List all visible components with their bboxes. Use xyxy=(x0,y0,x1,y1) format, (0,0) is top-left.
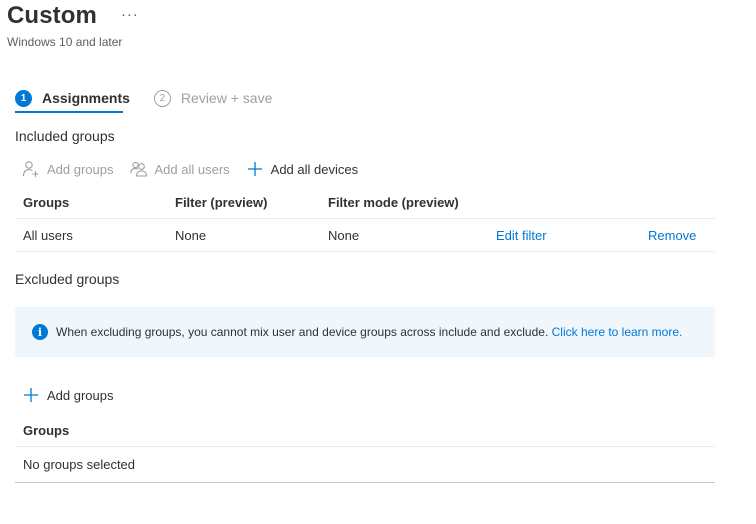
add-groups-label: Add groups xyxy=(47,387,114,403)
plus-icon xyxy=(22,386,40,404)
add-all-devices-button[interactable]: Add all devices xyxy=(246,160,358,178)
included-groups-toolbar: Add groups Add all users Add all devices xyxy=(22,158,374,180)
table-row: All users None None Edit filter Remove xyxy=(15,219,715,252)
add-all-users-label: Add all users xyxy=(154,161,230,177)
users-group-icon xyxy=(129,160,148,178)
page-subtitle: Windows 10 and later xyxy=(7,35,123,49)
edit-filter-link[interactable]: Edit filter xyxy=(496,228,547,243)
table-header: Groups Filter (preview) Filter mode (pre… xyxy=(15,187,715,219)
table-row: No groups selected xyxy=(15,447,715,483)
add-all-users-button[interactable]: Add all users xyxy=(129,160,230,178)
active-step-underline xyxy=(15,111,123,113)
more-options-button[interactable]: ··· xyxy=(121,6,139,23)
add-excluded-groups-button[interactable]: Add groups xyxy=(22,386,114,404)
info-message: When excluding groups, you cannot mix us… xyxy=(56,325,682,339)
included-groups-table: Groups Filter (preview) Filter mode (pre… xyxy=(15,187,715,252)
column-header-groups: Groups xyxy=(23,195,70,210)
step-number-badge: 1 xyxy=(15,89,32,107)
cell-group: All users xyxy=(23,227,73,243)
learn-more-link[interactable]: Click here to learn more. xyxy=(552,325,683,339)
info-icon: i xyxy=(32,324,48,340)
excluded-groups-toolbar: Add groups xyxy=(22,384,130,406)
excluded-groups-table: Groups No groups selected xyxy=(15,414,715,483)
info-message-text: When excluding groups, you cannot mix us… xyxy=(56,325,549,339)
step-review-save[interactable]: 2 Review + save xyxy=(153,86,273,110)
info-message-bar: i When excluding groups, you cannot mix … xyxy=(15,307,715,357)
cell-filter-mode: None xyxy=(328,227,360,243)
title-row: Custom ··· xyxy=(7,2,139,30)
excluded-groups-heading: Excluded groups xyxy=(15,271,120,287)
add-user-icon xyxy=(22,160,40,178)
step-label: Review + save xyxy=(180,90,273,106)
included-groups-heading: Included groups xyxy=(15,128,115,144)
wizard-steps: 1 Assignments 2 Review + save xyxy=(15,86,273,113)
table-header: Groups xyxy=(15,414,715,447)
add-groups-label: Add groups xyxy=(47,161,114,177)
page-title: Custom xyxy=(7,2,97,29)
add-groups-button[interactable]: Add groups xyxy=(22,160,114,178)
remove-link[interactable]: Remove xyxy=(648,228,696,243)
step-number-badge: 2 xyxy=(153,89,171,107)
empty-state-text: No groups selected xyxy=(23,457,136,472)
column-header-groups: Groups xyxy=(23,422,70,438)
column-header-filter-mode: Filter mode (preview) xyxy=(328,195,459,210)
step-assignments[interactable]: 1 Assignments xyxy=(15,86,130,110)
add-all-devices-label: Add all devices xyxy=(270,161,359,177)
column-header-filter: Filter (preview) xyxy=(175,195,268,210)
cell-filter: None xyxy=(175,227,207,243)
plus-icon xyxy=(246,160,264,178)
step-label: Assignments xyxy=(42,90,130,106)
